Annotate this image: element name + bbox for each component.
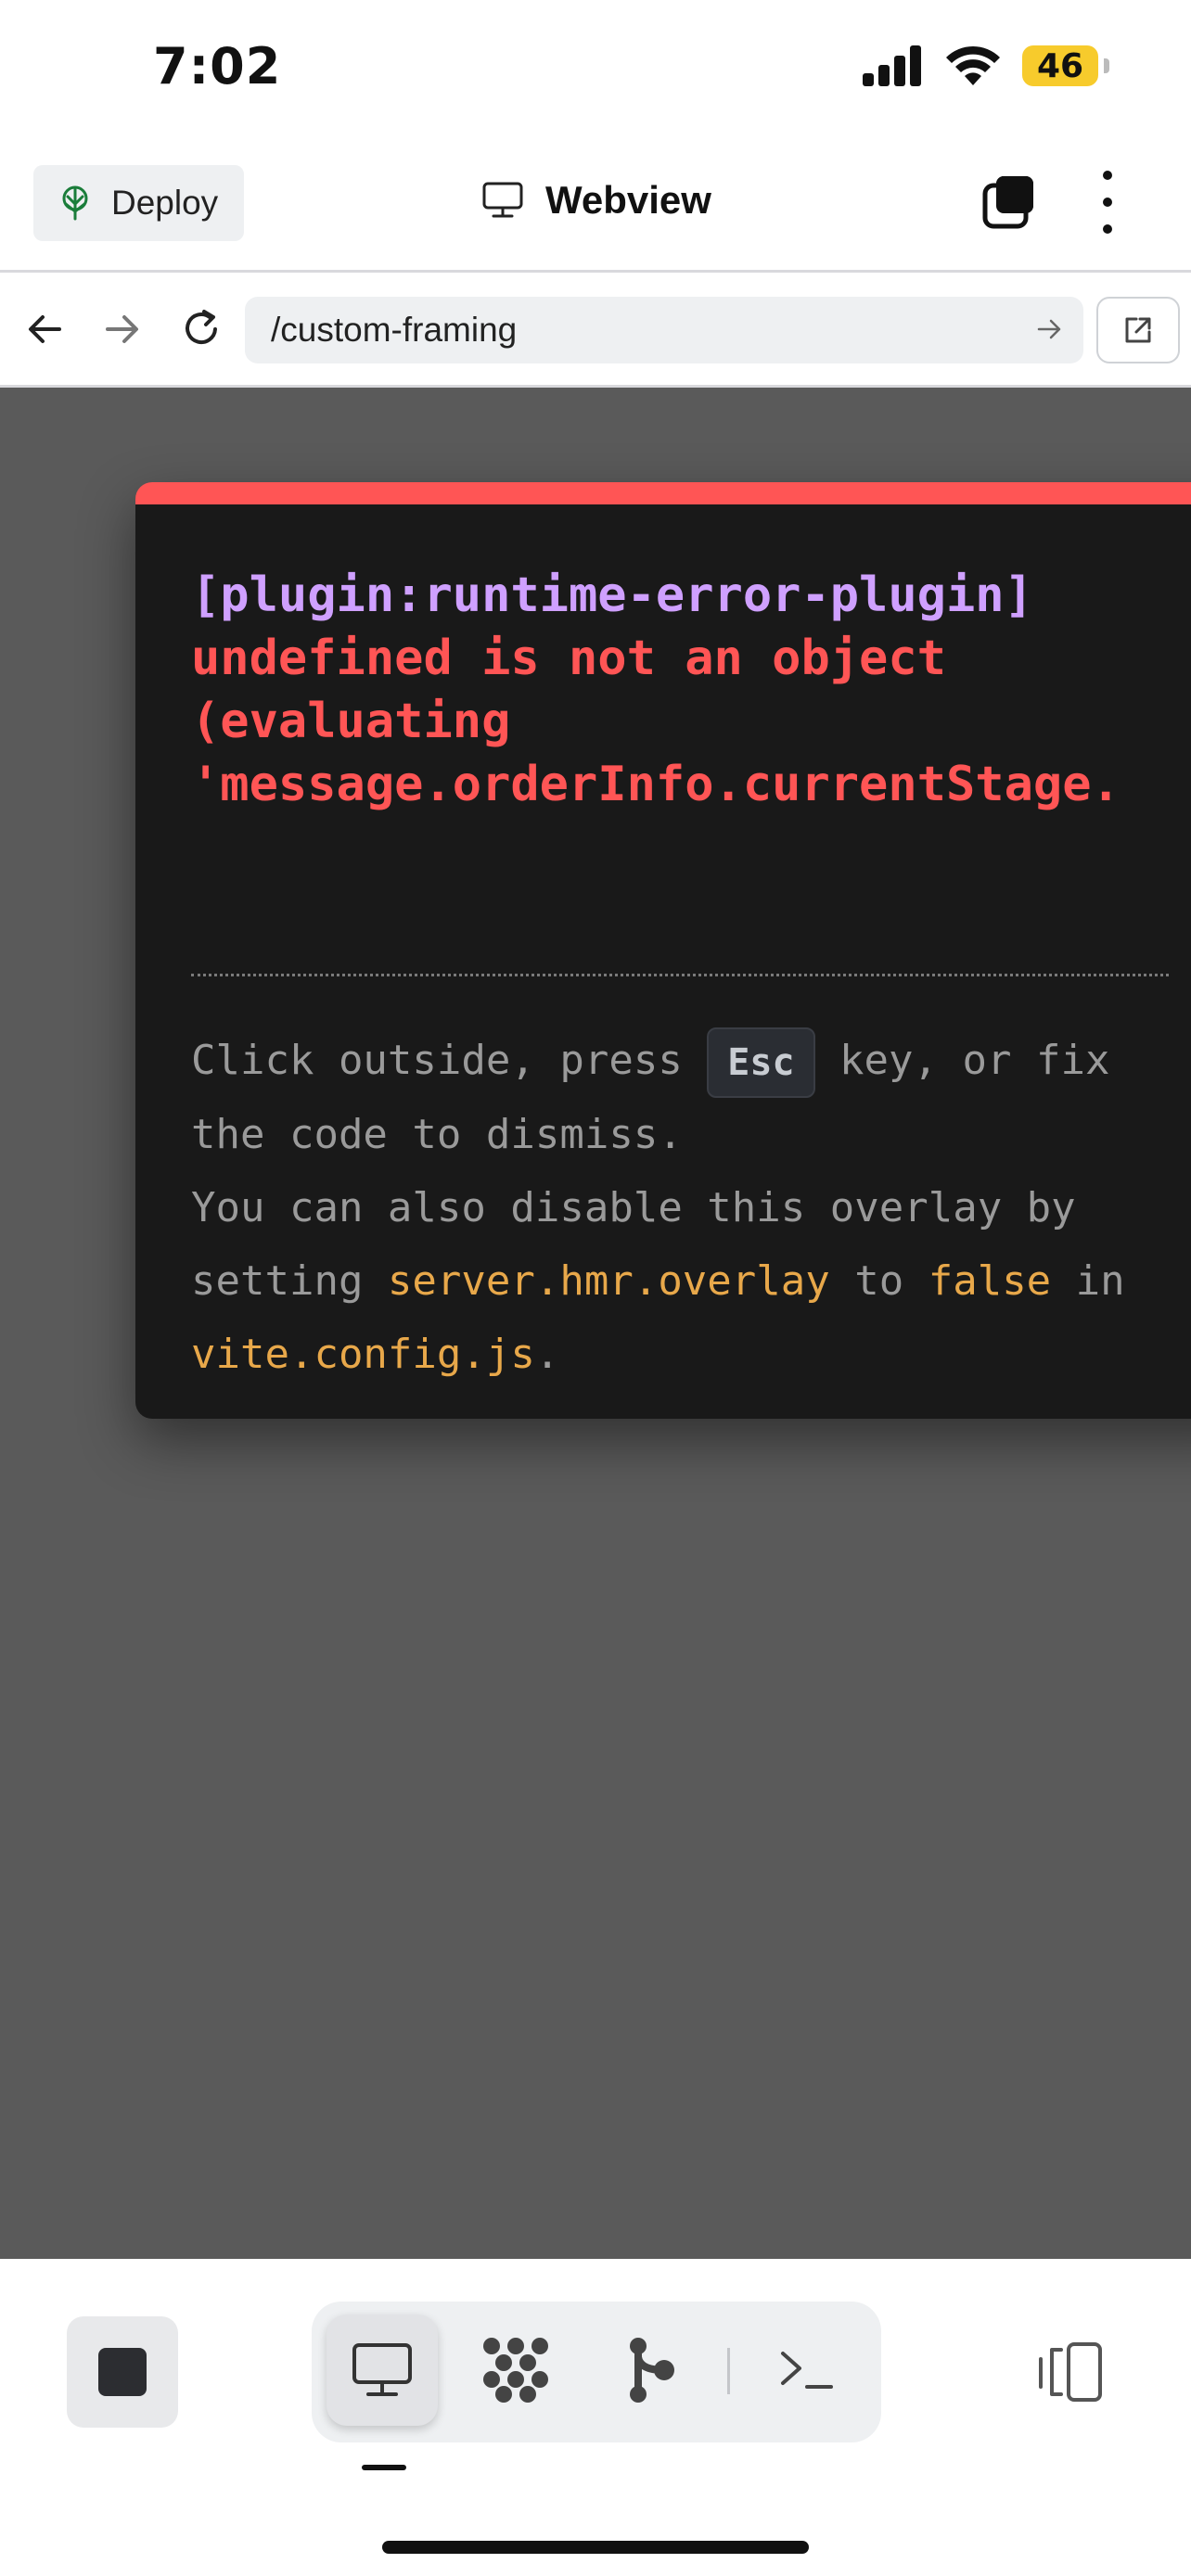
status-time: 7:02	[153, 37, 282, 96]
error-tip: Click outside, press Esc key, or fix the…	[191, 1024, 1174, 1391]
stop-button[interactable]	[67, 2316, 178, 2428]
tool-grid-button[interactable]	[460, 2315, 571, 2426]
url-input[interactable]: /custom-framing	[245, 297, 1083, 363]
dot	[1103, 198, 1112, 207]
tip-text: setting	[191, 1257, 388, 1305]
error-message-line: 'message.orderInfo.currentStage.	[191, 757, 1121, 812]
false-code: false	[928, 1257, 1052, 1305]
webview-area[interactable]: [plugin:runtime-error-plugin] undefined …	[0, 388, 1191, 2259]
stop-icon	[98, 2348, 147, 2396]
battery-cap	[1104, 58, 1109, 73]
deploy-label: Deploy	[111, 184, 219, 222]
tool-git-button[interactable]	[596, 2315, 707, 2426]
divider	[191, 974, 1169, 976]
tool-separator	[727, 2348, 730, 2394]
reload-icon[interactable]	[178, 306, 224, 352]
open-external-button[interactable]	[1096, 297, 1180, 363]
tool-webview-button[interactable]	[327, 2315, 438, 2426]
arrow-right-icon[interactable]	[98, 306, 145, 352]
tip-line: setting server.hmr.overlay to false in	[191, 1244, 1174, 1318]
config-file-code: vite.config.js	[191, 1331, 535, 1378]
page-title-text: Webview	[545, 178, 711, 222]
dot	[1103, 224, 1112, 234]
home-indicator	[382, 2541, 809, 2554]
tip-text: key, or fix	[814, 1037, 1110, 1084]
app-header: Deploy Webview	[0, 148, 1191, 273]
active-tab-indicator	[362, 2465, 406, 2470]
bottom-toolbar	[0, 2259, 1191, 2576]
status-bar: 7:02 46	[0, 0, 1191, 148]
monitor-icon	[352, 2343, 412, 2396]
url-text: /custom-framing	[271, 311, 518, 349]
git-branch-icon	[630, 2338, 674, 2403]
dot	[1103, 171, 1112, 180]
tip-line: Click outside, press Esc key, or fix	[191, 1024, 1174, 1098]
tip-text: Click outside, press	[191, 1037, 708, 1084]
monitor-icon	[482, 182, 523, 218]
tabs-button[interactable]	[980, 172, 1039, 232]
go-arrow-icon[interactable]	[1035, 315, 1063, 343]
error-overlay[interactable]: [plugin:runtime-error-plugin] undefined …	[135, 482, 1191, 1419]
tool-terminal-button[interactable]	[751, 2315, 863, 2426]
tip-text: in	[1051, 1257, 1125, 1305]
panel-toggle-icon[interactable]	[1033, 2335, 1108, 2409]
deploy-button[interactable]: Deploy	[33, 165, 244, 241]
error-message-line: (evaluating	[191, 694, 511, 749]
tip-line: You can also disable this overlay by	[191, 1184, 1076, 1231]
tabs-icon	[982, 176, 1033, 229]
page-title: Webview	[482, 178, 711, 223]
tip-text: .	[534, 1331, 560, 1378]
dots-grid-icon	[483, 2338, 548, 2403]
deploy-icon	[62, 185, 88, 221]
tip-line: the code to dismiss.	[191, 1111, 683, 1158]
error-plugin: [plugin:runtime-error-plugin]	[191, 567, 1033, 623]
esc-key: Esc	[707, 1027, 815, 1098]
status-indicators: 46	[863, 45, 1109, 87]
battery-level: 46	[1036, 46, 1084, 85]
battery-indicator: 46	[1022, 45, 1109, 86]
external-link-icon	[1125, 317, 1151, 343]
url-bar: /custom-framing	[0, 273, 1191, 388]
arrow-left-icon[interactable]	[22, 306, 69, 352]
config-key-code: server.hmr.overlay	[387, 1257, 830, 1305]
tip-text: to	[829, 1257, 928, 1305]
terminal-icon	[781, 2352, 833, 2389]
tool-group	[312, 2302, 881, 2442]
tip-line: vite.config.js.	[191, 1318, 1174, 1391]
cellular-signal-icon	[863, 45, 921, 86]
more-vertical-icon[interactable]	[1093, 171, 1122, 234]
error-message-line: undefined is not an object	[191, 631, 946, 686]
wifi-icon	[946, 45, 1000, 85]
